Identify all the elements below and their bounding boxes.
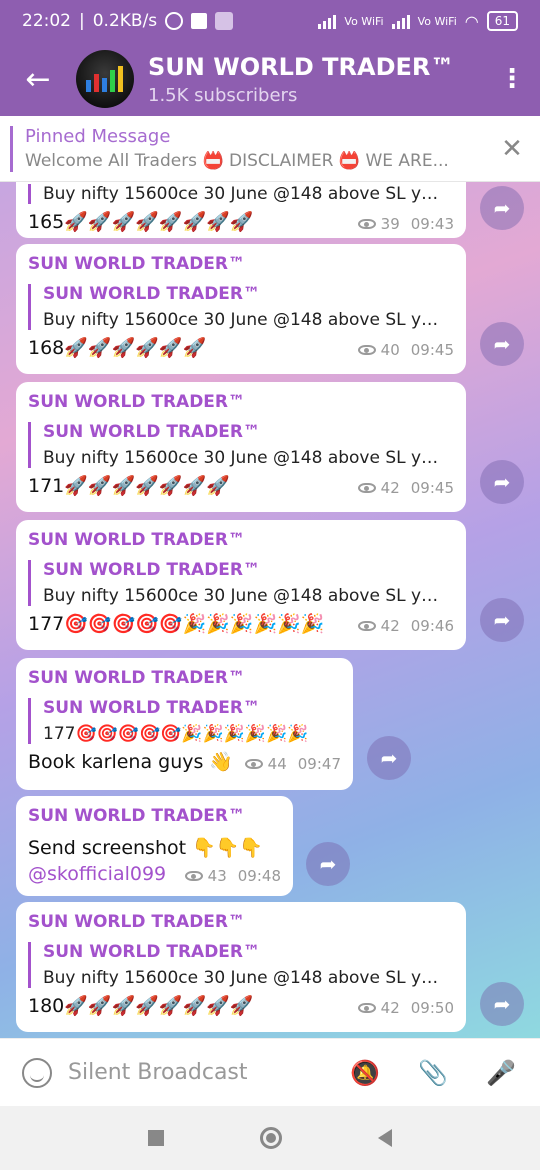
reply-quote[interactable]: SUN WORLD TRADER™ 177🎯🎯🎯🎯🎯🎉🎉🎉🎉🎉🎉 (28, 698, 341, 744)
views-icon (357, 621, 376, 631)
sender-name: SUN WORLD TRADER™ (28, 806, 246, 826)
reply-quote[interactable]: SUN WORLD TRADER™ Buy nifty 15600ce 30 J… (28, 284, 454, 330)
message-meta: 42 09:45 (348, 479, 454, 497)
message-meta: 44 09:47 (235, 755, 341, 773)
message-meta: 43 09:48 (175, 867, 281, 885)
message-text: Book karlena guys 👋 (28, 751, 234, 773)
quoted-text: Buy nifty 15600ce 30 June @148 above SL … (43, 184, 443, 204)
status-speed: 0.2KB/s (92, 11, 158, 31)
message-meta: 42 09:50 (348, 999, 454, 1017)
forward-icon[interactable]: ➦ (480, 598, 524, 642)
views-icon (357, 345, 376, 355)
message-bubble[interactable]: SUN WORLD TRADER™ SUN WORLD TRADER™ Buy … (16, 520, 466, 650)
reply-quote[interactable]: SUN WORLD TRADER™ Buy nifty 15600ce 30 J… (28, 942, 454, 988)
signal-icon (318, 13, 337, 29)
close-icon[interactable]: ✕ (484, 134, 540, 164)
chat-area[interactable]: Buy nifty 15600ce 30 June @148 above SL … (0, 182, 540, 1038)
message-bubble[interactable]: SUN WORLD TRADER™ SUN WORLD TRADER™ Buy … (16, 902, 466, 1032)
quoted-text: Buy nifty 15600ce 30 June @148 above SL … (43, 310, 443, 330)
sender-name: SUN WORLD TRADER™ (28, 530, 246, 550)
silent-broadcast-input[interactable]: Silent Broadcast (68, 1060, 248, 1085)
message-bubble[interactable]: SUN WORLD TRADER™ SUN WORLD TRADER™ 177🎯… (16, 658, 353, 790)
vowifi-label-2: Vo WiFi (417, 14, 457, 28)
quoted-text: Buy nifty 15600ce 30 June @148 above SL … (43, 968, 443, 988)
reply-quote[interactable]: SUN WORLD TRADER™ Buy nifty 15600ce 30 J… (28, 560, 454, 606)
message-bubble[interactable]: SUN WORLD TRADER™ Send screenshot 👇👇👇 @s… (16, 796, 293, 896)
views-icon (244, 759, 263, 769)
views-icon (357, 1003, 376, 1013)
message-bubble[interactable]: Buy nifty 15600ce 30 June @148 above SL … (16, 182, 466, 238)
notification-icon (191, 13, 208, 29)
forward-icon[interactable]: ➦ (480, 322, 524, 366)
pinned-title: Pinned Message (25, 126, 171, 147)
message-bubble[interactable]: SUN WORLD TRADER™ SUN WORLD TRADER™ Buy … (16, 244, 466, 374)
message-text: 171🚀🚀🚀🚀🚀🚀🚀 (28, 475, 230, 497)
recents-icon[interactable] (148, 1130, 164, 1146)
sender-name: SUN WORLD TRADER™ (28, 912, 246, 932)
username-link[interactable]: @skofficial099 (28, 863, 166, 885)
forward-icon[interactable]: ➦ (306, 842, 350, 886)
reply-quote[interactable]: SUN WORLD TRADER™ Buy nifty 15600ce 30 J… (28, 422, 454, 468)
status-bar: 22:02 | 0.2KB/s Vo WiFi Vo WiFi ◠ 61 (0, 0, 540, 42)
channel-avatar[interactable] (76, 50, 134, 108)
chat-header: ← SUN WORLD TRADER™ 1.5K subscribers ⋮ (0, 42, 540, 116)
subscriber-count: 1.5K subscribers (148, 84, 298, 106)
signal-icon-2 (391, 13, 410, 29)
emoji-icon[interactable] (22, 1057, 52, 1088)
attach-icon[interactable]: 📎 (418, 1059, 448, 1087)
message-text: 177🎯🎯🎯🎯🎯🎉🎉🎉🎉🎉🎉 (28, 613, 325, 635)
bottom-input-bar: Silent Broadcast 🔕 📎 🎤 (0, 1038, 540, 1106)
message-bubble[interactable]: SUN WORLD TRADER™ SUN WORLD TRADER™ Buy … (16, 382, 466, 512)
forward-icon[interactable]: ➦ (367, 736, 411, 780)
message-text: 165🚀🚀🚀🚀🚀🚀🚀🚀 (28, 211, 254, 233)
app-notification-icon (215, 12, 234, 30)
more-options-icon[interactable]: ⋮ (484, 64, 540, 94)
views-icon (357, 483, 376, 493)
forward-icon[interactable]: ➦ (480, 982, 524, 1026)
status-time: 22:02 (22, 11, 71, 31)
channel-title: SUN WORLD TRADER™ (148, 52, 455, 81)
notifications-off-icon[interactable]: 🔕 (350, 1059, 380, 1087)
channel-info[interactable]: SUN WORLD TRADER™ 1.5K subscribers (148, 53, 454, 106)
sender-name: SUN WORLD TRADER™ (28, 254, 246, 274)
forward-icon[interactable]: ➦ (480, 186, 524, 230)
message-text: 180🚀🚀🚀🚀🚀🚀🚀🚀 (28, 995, 254, 1017)
sender-name: SUN WORLD TRADER™ (28, 668, 246, 688)
wifi-icon: ◠ (464, 11, 479, 31)
system-navigation-bar (0, 1106, 540, 1170)
views-icon (357, 219, 376, 229)
sender-name: SUN WORLD TRADER™ (28, 392, 246, 412)
forward-icon[interactable]: ➦ (480, 460, 524, 504)
back-arrow-icon[interactable]: ← (0, 62, 76, 97)
message-text: Send screenshot 👇👇👇 (28, 837, 264, 859)
pinned-text: Welcome All Traders 📛 DISCLAIMER 📛 WE AR… (25, 151, 449, 171)
pinned-indicator (10, 125, 13, 172)
quoted-text: 177🎯🎯🎯🎯🎯🎉🎉🎉🎉🎉🎉 (43, 724, 309, 744)
battery-icon: 61 (486, 11, 518, 31)
vowifi-label-1: Vo WiFi (344, 14, 384, 28)
views-icon (184, 871, 203, 881)
message-meta: 39 09:43 (348, 215, 454, 233)
alarm-icon (165, 12, 184, 30)
home-icon[interactable] (260, 1127, 282, 1149)
pinned-message-bar[interactable]: Pinned Message Welcome All Traders 📛 DIS… (0, 116, 540, 182)
quoted-text: Buy nifty 15600ce 30 June @148 above SL … (43, 586, 443, 606)
back-icon[interactable] (378, 1129, 392, 1147)
message-meta: 40 09:45 (348, 341, 454, 359)
microphone-icon[interactable]: 🎤 (486, 1059, 516, 1087)
message-meta: 42 09:46 (348, 617, 454, 635)
message-text: 168🚀🚀🚀🚀🚀🚀 (28, 337, 207, 359)
quoted-text: Buy nifty 15600ce 30 June @148 above SL … (43, 448, 443, 468)
